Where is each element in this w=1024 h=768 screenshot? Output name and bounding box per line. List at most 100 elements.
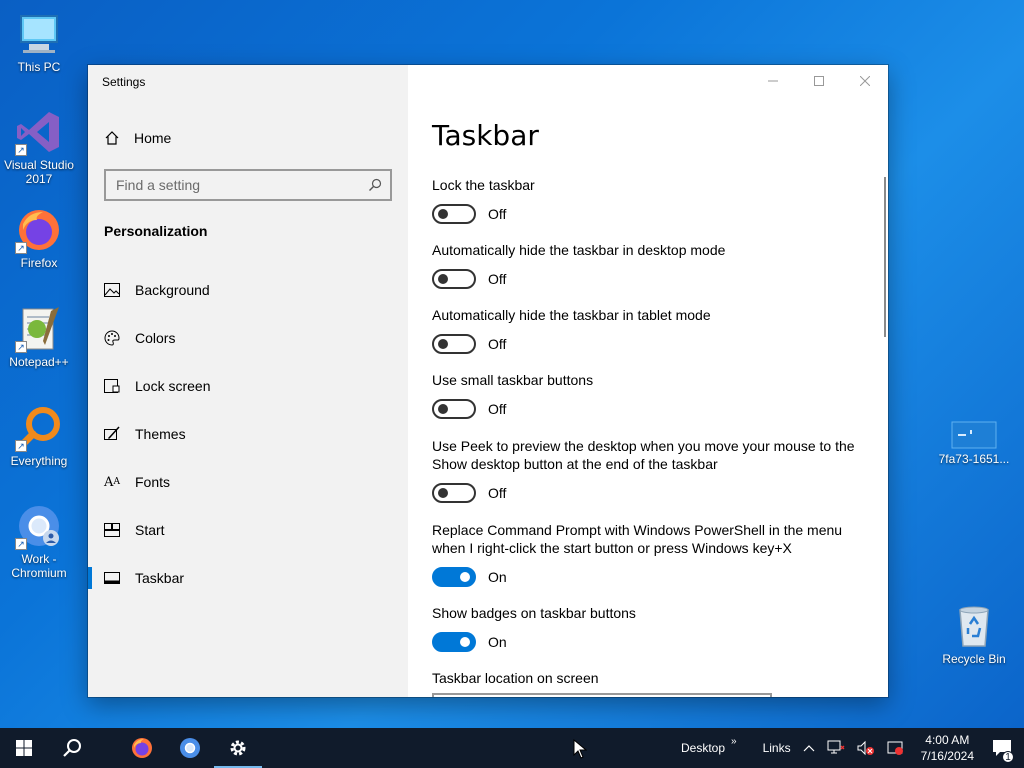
links-toolbar-label: Links — [762, 741, 791, 755]
desktop-icon-label: Recycle Bin — [942, 652, 1006, 666]
palette-icon — [104, 330, 120, 346]
desktop-icon-everything[interactable]: ↗ Everything — [1, 404, 77, 468]
badges-toggle[interactable] — [432, 632, 476, 652]
notepadpp-icon: ↗ — [15, 305, 63, 353]
small-buttons-toggle[interactable] — [432, 399, 476, 419]
setting-label: Automatically hide the taskbar in deskto… — [432, 242, 726, 258]
setting-label: Taskbar location on screen — [432, 670, 599, 686]
sidebar-item-lock-screen[interactable]: Lock screen — [88, 362, 408, 410]
search-input[interactable] — [116, 177, 368, 193]
search-icon — [63, 739, 81, 757]
autohide-tablet-toggle[interactable] — [432, 334, 476, 354]
show-hidden-icons-button[interactable] — [797, 744, 821, 752]
powershell-toggle[interactable] — [432, 567, 476, 587]
sidebar-item-fonts[interactable]: AA Fonts — [88, 458, 408, 506]
autohide-desktop-toggle[interactable] — [432, 269, 476, 289]
setting-label: Lock the taskbar — [432, 177, 535, 193]
chromium-icon: ↗ — [15, 502, 63, 550]
desktop-icon-visual-studio[interactable]: ↗ Visual Studio 2017 — [1, 108, 77, 186]
sidebar-item-start[interactable]: Start — [88, 506, 408, 554]
desktop-icon-recycle-bin[interactable]: Recycle Bin — [936, 602, 1012, 666]
taskbar-icon — [104, 570, 120, 586]
toggle-state: Off — [488, 271, 507, 287]
sidebar-item-label: Colors — [135, 330, 176, 346]
shortcut-arrow-icon: ↗ — [15, 440, 27, 452]
desktop-icon-label: Work - Chromium — [11, 552, 67, 580]
desktop-toolbar-label: Desktop — [681, 741, 726, 755]
desktop-icon-file[interactable]: 7fa73-1651... — [936, 420, 1012, 466]
picture-icon — [104, 282, 120, 298]
shortcut-arrow-icon: ↗ — [15, 538, 27, 550]
window-title: Settings — [102, 75, 146, 89]
shortcut-arrow-icon: ↗ — [15, 341, 27, 353]
scrollbar[interactable] — [884, 177, 886, 337]
peek-toggle[interactable] — [432, 483, 476, 503]
search-box[interactable] — [104, 169, 392, 201]
links-toolbar[interactable]: Links — [757, 741, 797, 755]
setting-small-buttons: Use small taskbar buttons Off — [432, 371, 872, 419]
chevron-right-icon: » — [731, 735, 737, 747]
shortcut-arrow-icon: ↗ — [15, 242, 27, 254]
sidebar-item-themes[interactable]: Themes — [88, 410, 408, 458]
clock[interactable]: 4:00 AM 7/16/2024 — [911, 732, 984, 764]
desktop-icon-this-pc[interactable]: This PC — [1, 10, 77, 74]
toggle-state: Off — [488, 206, 507, 222]
location-dropdown[interactable] — [432, 693, 772, 697]
maximize-button[interactable] — [796, 71, 842, 91]
computer-icon — [15, 10, 63, 58]
clock-time: 4:00 AM — [925, 733, 970, 747]
shortcut-arrow-icon: ↗ — [15, 144, 27, 156]
start-tiles-icon — [104, 522, 120, 538]
sidebar-item-colors[interactable]: Colors — [88, 314, 408, 362]
setting-badges: Show badges on taskbar buttons On — [432, 604, 872, 652]
taskbar-chromium[interactable] — [166, 728, 214, 768]
desktop-icon-notepadpp[interactable]: ↗ Notepad++ — [1, 305, 77, 369]
lock-taskbar-toggle[interactable] — [432, 204, 476, 224]
desktop-icon-work-chromium[interactable]: ↗ Work - Chromium — [1, 502, 77, 580]
gear-icon — [230, 740, 246, 756]
close-icon — [860, 76, 870, 86]
chromium-icon — [180, 738, 200, 758]
file-icon — [950, 420, 998, 450]
desktop-icon-firefox[interactable]: ↗ Firefox — [1, 206, 77, 270]
nav-list: Background Colors Lock screen Themes AA … — [88, 266, 408, 602]
section-title: Personalization — [104, 223, 208, 239]
setting-label: Replace Command Prompt with Windows Powe… — [432, 522, 843, 556]
network-icon[interactable] — [821, 740, 851, 756]
search-button[interactable] — [48, 728, 96, 768]
system-tray: Desktop » Links 4:00 AM 7/16/2024 1 — [675, 728, 1024, 768]
setting-autohide-desktop: Automatically hide the taskbar in deskto… — [432, 241, 872, 289]
nav-home-label: Home — [134, 130, 172, 146]
firefox-icon: ↗ — [15, 206, 63, 254]
toggle-state: Off — [488, 401, 507, 417]
fonts-icon: AA — [104, 474, 120, 490]
minimize-button[interactable] — [750, 71, 796, 91]
toggle-state: Off — [488, 485, 507, 501]
maximize-icon — [814, 76, 824, 86]
start-button[interactable] — [0, 728, 48, 768]
setting-label: Use Peek to preview the desktop when you… — [432, 438, 855, 472]
sidebar-item-label: Taskbar — [135, 570, 185, 586]
setting-location: Taskbar location on screen — [432, 669, 872, 687]
setting-label: Use small taskbar buttons — [432, 372, 594, 388]
setting-autohide-tablet: Automatically hide the taskbar in tablet… — [432, 306, 872, 354]
close-button[interactable] — [842, 71, 888, 91]
volume-muted-icon[interactable] — [851, 740, 881, 756]
notifications-button[interactable]: 1 — [984, 739, 1024, 763]
desktop-icon-label: Firefox — [20, 256, 58, 270]
nav-home[interactable]: Home — [104, 127, 171, 149]
settings-sidebar: Settings Home Personalization Background… — [88, 65, 408, 697]
toggle-state: On — [488, 634, 507, 650]
taskbar: Desktop » Links 4:00 AM 7/16/2024 1 — [0, 728, 1024, 768]
sidebar-item-taskbar[interactable]: Taskbar — [88, 554, 408, 602]
desktop-icon-label: Visual Studio 2017 — [4, 158, 74, 186]
desktop-toolbar[interactable]: Desktop » — [675, 736, 743, 756]
action-center-badge-icon[interactable] — [881, 740, 911, 756]
settings-content: Taskbar Lock the taskbar Off Automatical… — [408, 65, 888, 697]
sidebar-item-background[interactable]: Background — [88, 266, 408, 314]
desktop-icon-label: Notepad++ — [9, 355, 69, 369]
clock-date: 7/16/2024 — [920, 749, 974, 763]
search-icon[interactable] — [368, 178, 382, 192]
taskbar-firefox[interactable] — [118, 728, 166, 768]
taskbar-settings[interactable] — [214, 728, 262, 768]
